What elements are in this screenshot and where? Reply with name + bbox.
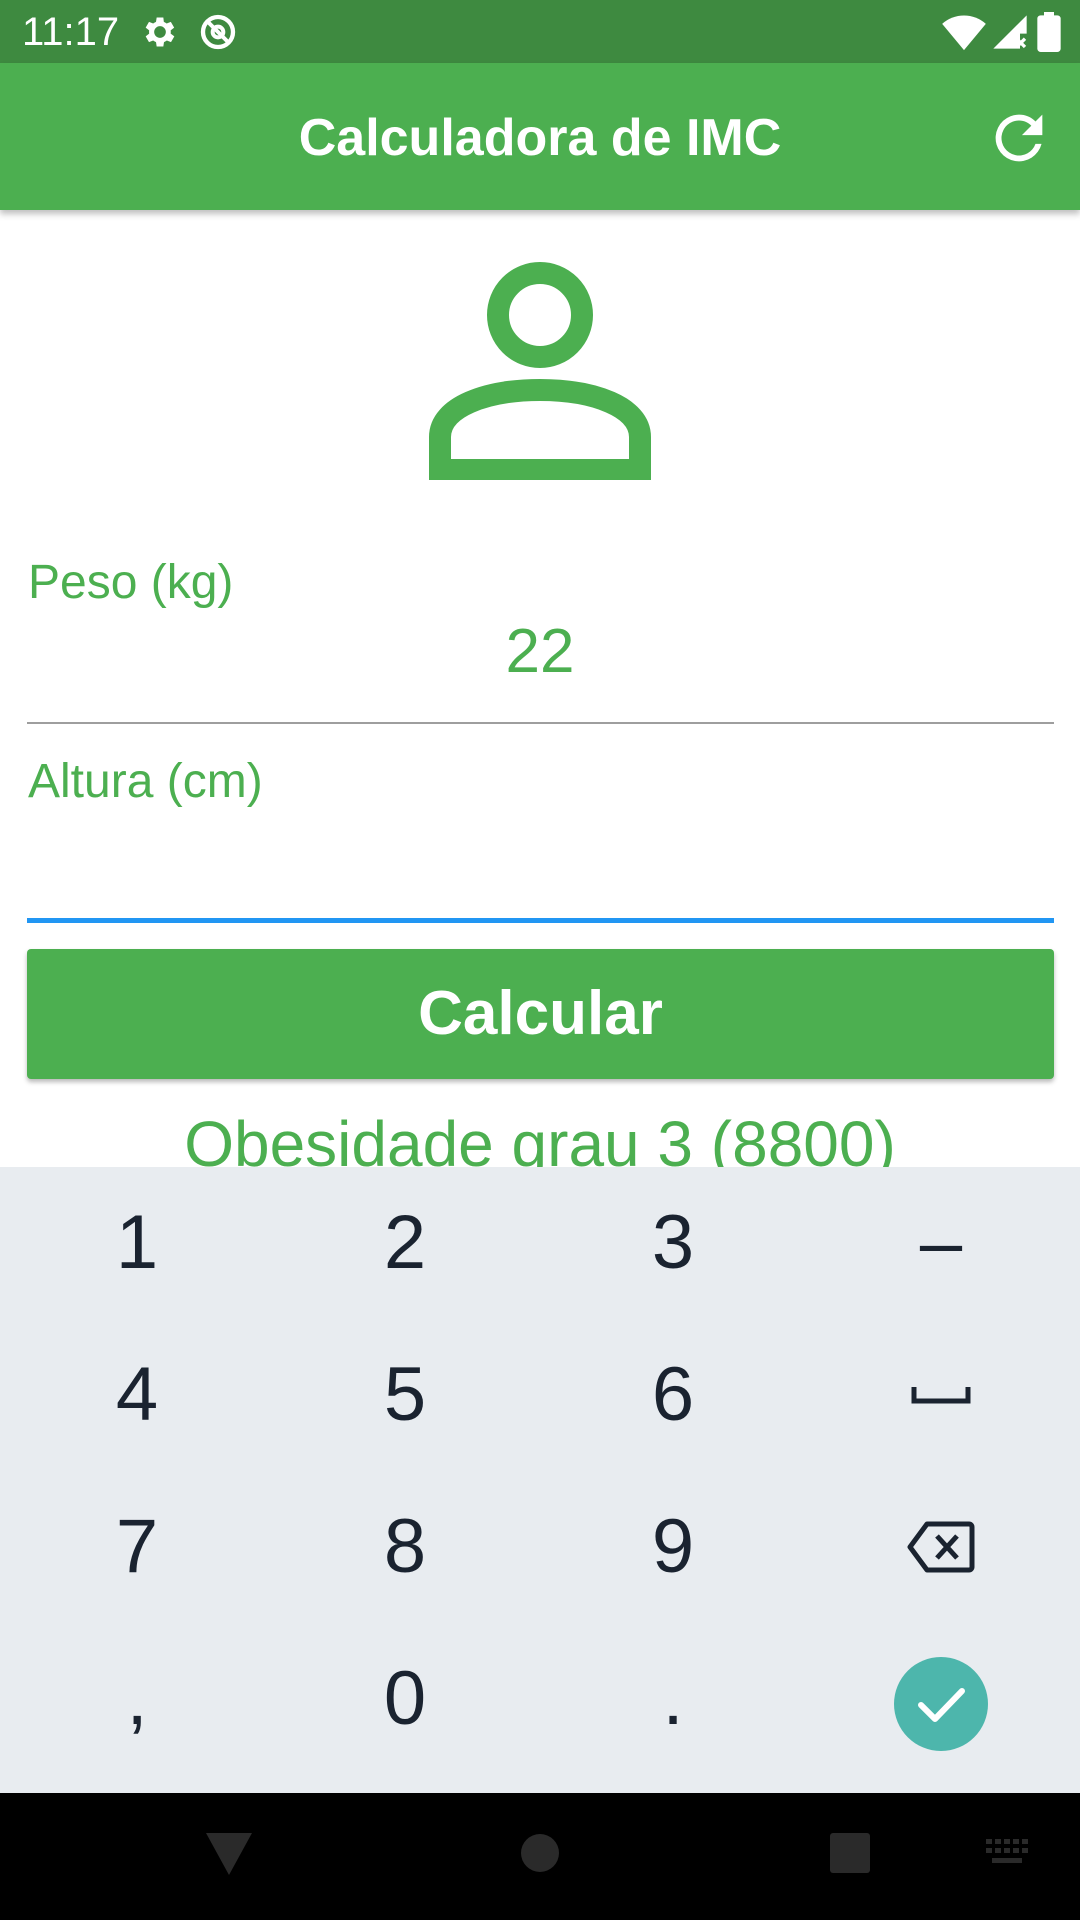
key-comma[interactable]: , [3, 1623, 271, 1775]
home-icon[interactable] [520, 1833, 560, 1878]
key-space[interactable] [807, 1319, 1075, 1471]
backspace-icon [907, 1521, 975, 1573]
done-button[interactable] [894, 1657, 988, 1751]
person-icon [426, 252, 654, 481]
weight-label: Peso (kg) [28, 556, 234, 609]
battery-icon [1036, 12, 1062, 53]
status-time: 11:17 [22, 10, 120, 54]
key-6[interactable]: 6 [539, 1319, 807, 1471]
weight-input[interactable]: 22 [28, 616, 1052, 688]
signal-icon [990, 12, 1030, 52]
wifi-icon [942, 12, 986, 52]
app-title: Calculadora de IMC [298, 109, 782, 167]
weight-underline [27, 722, 1054, 724]
checkmark-icon [918, 1688, 965, 1722]
key-minus[interactable]: – [807, 1167, 1075, 1319]
height-underline-focused [27, 918, 1054, 923]
key-2[interactable]: 2 [271, 1167, 539, 1319]
app-bar: Calculadora de IMC [0, 63, 1080, 210]
key-4[interactable]: 4 [3, 1319, 271, 1471]
numeric-keyboard: 1 2 3 – 4 5 6 7 8 9 , 0 . [0, 1167, 1080, 1793]
key-backspace[interactable] [807, 1471, 1075, 1623]
key-9[interactable]: 9 [539, 1471, 807, 1623]
status-bar: 11:17 [0, 0, 1080, 63]
recents-icon[interactable] [830, 1833, 870, 1878]
key-7[interactable]: 7 [3, 1471, 271, 1623]
at-sign-icon [198, 12, 238, 52]
calculate-button[interactable]: Calcular [27, 949, 1054, 1079]
key-0[interactable]: 0 [271, 1623, 539, 1775]
height-label: Altura (cm) [28, 755, 263, 808]
back-icon[interactable] [206, 1833, 252, 1880]
screen: 11:17 Calculadora de IMC Peso (kg) 22 Al… [0, 0, 1080, 1920]
keyboard-switch-icon[interactable] [986, 1839, 1030, 1872]
key-8[interactable]: 8 [271, 1471, 539, 1623]
refresh-icon [995, 114, 1043, 162]
key-5[interactable]: 5 [271, 1319, 539, 1471]
key-1[interactable]: 1 [3, 1167, 271, 1319]
navigation-bar [0, 1793, 1080, 1920]
space-icon [911, 1387, 971, 1404]
key-3[interactable]: 3 [539, 1167, 807, 1319]
height-input[interactable] [28, 830, 1052, 902]
refresh-button[interactable] [984, 103, 1054, 173]
key-period[interactable]: . [539, 1623, 807, 1775]
settings-icon [140, 12, 180, 52]
